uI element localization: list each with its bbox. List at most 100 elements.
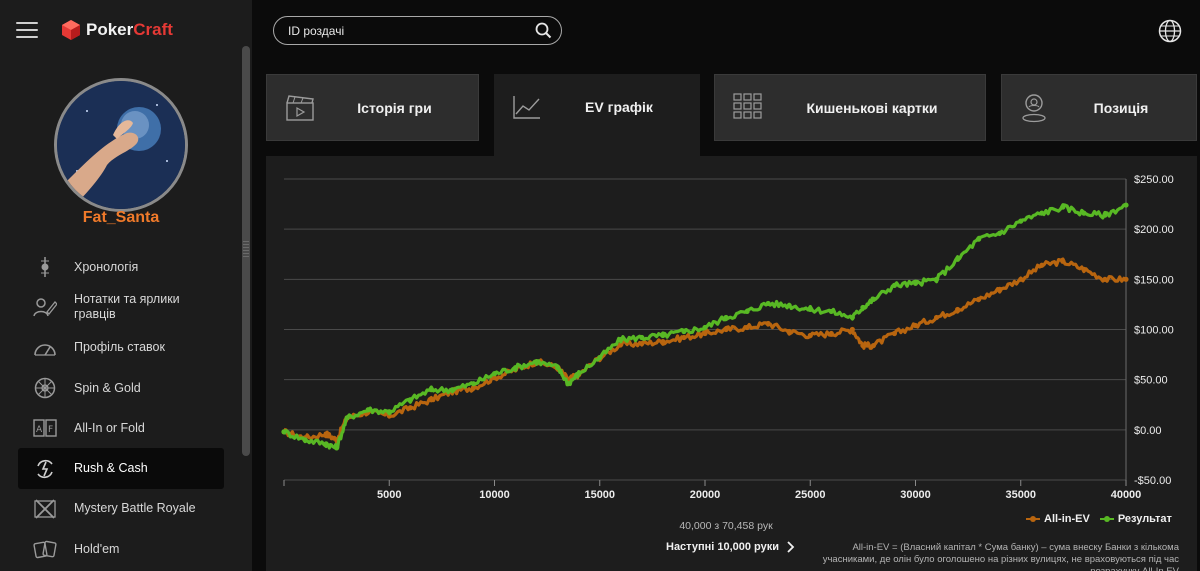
series-point-0 bbox=[849, 326, 855, 333]
top-bar bbox=[252, 0, 1200, 60]
series-point-1 bbox=[428, 387, 434, 393]
x-tick-label: 10000 bbox=[479, 489, 510, 501]
search-input[interactable] bbox=[288, 23, 518, 38]
ev-chart-panel: $250.00 $200.00 $150.00 $100.00 $50.00 $0.00 -… bbox=[266, 156, 1197, 571]
sidebar-item-timeline[interactable]: Хронологія bbox=[18, 247, 224, 287]
series-point-1 bbox=[597, 354, 603, 361]
globe-icon[interactable] bbox=[1158, 19, 1182, 43]
series-point-0 bbox=[828, 330, 834, 337]
series-point-1 bbox=[1081, 210, 1087, 216]
sidebar-item-label: Профіль ставок bbox=[74, 340, 165, 355]
logo-text-poker: Poker bbox=[86, 20, 134, 39]
sidebar-item-holdem[interactable]: Hold'em bbox=[18, 529, 224, 569]
series-point-0 bbox=[660, 338, 666, 345]
series-point-0 bbox=[1060, 258, 1066, 264]
spin-wheel-icon bbox=[32, 375, 58, 401]
timeline-icon bbox=[32, 254, 58, 280]
series-point-1 bbox=[534, 359, 540, 365]
series-point-0 bbox=[681, 334, 687, 341]
series-point-0 bbox=[933, 314, 940, 321]
y-tick-label: $150.00 bbox=[1134, 274, 1174, 286]
series-point-1 bbox=[565, 381, 571, 387]
series-point-0 bbox=[976, 296, 982, 302]
svg-text:A: A bbox=[36, 425, 43, 435]
tab-pocket-cards[interactable]: Кишенькові картки bbox=[714, 74, 986, 141]
sidebar-item-label: Spin & Gold bbox=[74, 380, 141, 395]
legend-item-allin-ev[interactable]: All-in-EV bbox=[1026, 513, 1090, 525]
scrollbar-grip[interactable] bbox=[243, 241, 249, 259]
tab-game-history[interactable]: Історія гри bbox=[266, 74, 479, 141]
series-point-1 bbox=[660, 332, 666, 339]
series-point-1 bbox=[639, 334, 645, 341]
sidebar-nav: Хронологія Нотатки та ярлики гравців Про… bbox=[18, 247, 224, 569]
y-tick-label: $100.00 bbox=[1134, 325, 1174, 337]
series-point-1 bbox=[860, 304, 866, 311]
series-point-1 bbox=[344, 415, 350, 421]
sidebar-item-betting-profile[interactable]: Профіль ставок bbox=[18, 328, 224, 368]
series-point-1 bbox=[765, 300, 771, 307]
series-point-0 bbox=[1102, 276, 1108, 282]
cards-icon bbox=[32, 536, 58, 562]
sidebar-item-label: Mystery Battle Royale bbox=[74, 501, 196, 516]
rush-cash-icon bbox=[32, 456, 58, 482]
legend-swatch-allin-ev bbox=[1026, 516, 1040, 522]
series-point-1 bbox=[870, 296, 877, 302]
series-point-1 bbox=[281, 429, 287, 435]
x-tick-label: 25000 bbox=[795, 489, 826, 501]
series-point-0 bbox=[912, 322, 919, 329]
series-point-1 bbox=[365, 407, 371, 413]
sidebar-item-rush-cash[interactable]: Rush & Cash bbox=[18, 448, 224, 489]
y-tick-label: -$50.00 bbox=[1134, 475, 1171, 487]
legend-item-result[interactable]: Результат bbox=[1099, 513, 1172, 525]
series-point-0 bbox=[955, 306, 961, 313]
series-point-1 bbox=[1018, 218, 1024, 224]
series-point-1 bbox=[302, 437, 308, 443]
allin-fold-icon: AF bbox=[32, 415, 58, 441]
ev-chart: $250.00 $200.00 $150.00 $100.00 $50.00 $0.00 -… bbox=[281, 174, 1174, 501]
series-point-1 bbox=[933, 276, 940, 282]
line-chart-icon bbox=[513, 96, 540, 119]
series-line-0 bbox=[283, 257, 1127, 444]
position-icon bbox=[1022, 94, 1046, 123]
menu-icon[interactable] bbox=[16, 22, 38, 38]
sidebar-item-player-notes[interactable]: Нотатки та ярлики гравців bbox=[18, 287, 224, 327]
sidebar-item-label: Hold'em bbox=[74, 541, 120, 556]
series-point-0 bbox=[860, 342, 866, 349]
chart-legend: All-in-EV Результат bbox=[1026, 513, 1182, 525]
series-point-1 bbox=[807, 306, 813, 313]
series-point-0 bbox=[765, 320, 771, 327]
sidebar-header: Poker Craft bbox=[0, 0, 252, 60]
y-tick-label: $50.00 bbox=[1134, 375, 1168, 387]
series-point-1 bbox=[386, 409, 392, 415]
series-point-1 bbox=[334, 445, 340, 451]
app-window: Poker Craft Fat_Santa Хронологія Нотатки… bbox=[0, 0, 1200, 571]
series-point-0 bbox=[786, 328, 792, 335]
sidebar-scrollbar[interactable] bbox=[242, 46, 250, 456]
username[interactable]: Fat_Santa bbox=[0, 209, 242, 227]
search-icon[interactable] bbox=[535, 22, 552, 39]
sidebar-item-label: Хронологія bbox=[74, 259, 139, 274]
series-point-1 bbox=[849, 314, 855, 321]
tab-position[interactable]: Позиція bbox=[1001, 74, 1197, 141]
series-point-1 bbox=[555, 365, 561, 371]
series-point-1 bbox=[891, 282, 898, 288]
sidebar-item-spin-gold[interactable]: Spin & Gold bbox=[18, 368, 224, 408]
avatar-image bbox=[57, 81, 185, 209]
sidebar-item-mystery-battle-royale[interactable]: Mystery Battle Royale bbox=[18, 489, 224, 529]
avatar[interactable] bbox=[54, 78, 188, 212]
series-point-0 bbox=[807, 332, 813, 339]
y-tick-label: $200.00 bbox=[1134, 224, 1174, 236]
tab-ev-chart[interactable]: EV графік bbox=[494, 74, 700, 156]
sidebar-item-label: All-In or Fold bbox=[74, 420, 145, 435]
series-point-0 bbox=[323, 431, 329, 437]
series-point-1 bbox=[323, 441, 329, 447]
sidebar-item-allin-fold[interactable]: AF All-In or Fold bbox=[18, 408, 224, 448]
next-hands-button[interactable]: Наступні 10,000 руки bbox=[666, 541, 796, 553]
search-box[interactable] bbox=[273, 16, 562, 45]
series-point-1 bbox=[491, 371, 498, 377]
series-point-0 bbox=[1018, 276, 1024, 282]
series-point-0 bbox=[1081, 266, 1087, 272]
x-tick-label: 20000 bbox=[690, 489, 721, 501]
x-tick-label: 40000 bbox=[1111, 489, 1142, 501]
series-point-0 bbox=[639, 340, 645, 347]
